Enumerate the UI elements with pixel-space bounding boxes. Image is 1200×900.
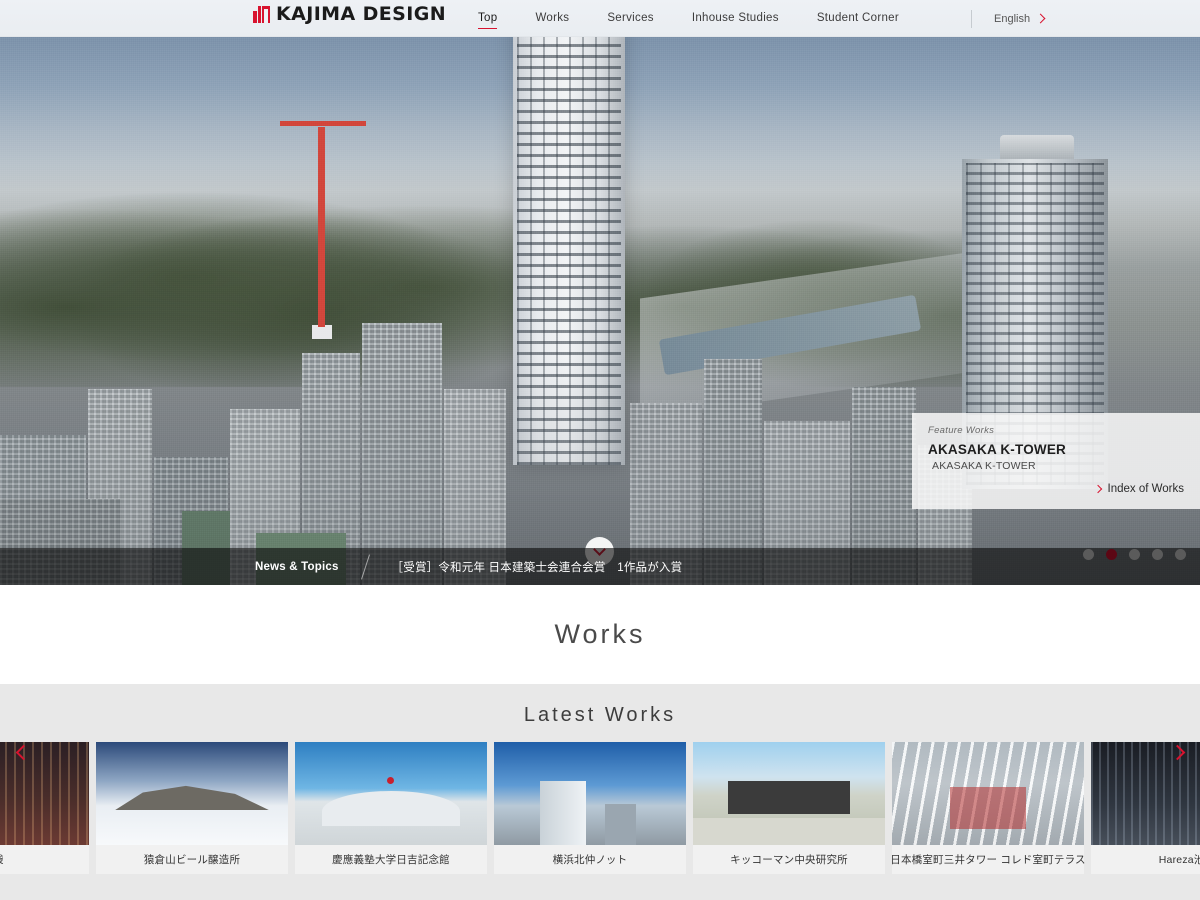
carousel-prev-button[interactable] [8,739,34,765]
news-divider [360,553,370,580]
latest-works-carousel[interactable]: 池袋 猿倉山ビール醸造所 慶應義塾大学日吉記念館 横浜北仲ノット キッコーマン中… [0,742,1200,900]
news-topics-bar[interactable]: News & Topics ［受賞］令和元年 日本建築士会連合会賞 1作品が入賞 [0,548,1200,585]
work-card-caption: 慶應義塾大学日吉記念館 [295,845,487,874]
latest-works-heading: Latest Works [523,704,677,726]
work-card-image [96,742,288,845]
chevron-left-icon [15,744,31,760]
carousel-track: 池袋 猿倉山ビール醸造所 慶應義塾大学日吉記念館 横浜北仲ノット キッコーマン中… [0,742,1200,874]
work-card[interactable]: 慶應義塾大学日吉記念館 [295,742,487,874]
nav-item-top[interactable]: Top [478,12,498,29]
index-of-works-label: Index of Works [1107,483,1185,495]
feature-works-title: AKASAKA K-TOWER [928,442,1066,457]
chevron-right-icon [1169,744,1185,760]
carousel-next-button[interactable] [1166,739,1192,765]
nav-item-inhouse-studies[interactable]: Inhouse Studies [692,12,779,25]
main-navigation: Top Works Services Inhouse Studies Stude… [478,0,1046,37]
work-card-image [295,742,487,845]
hero-carousel[interactable]: Feature Works AKASAKA K-TOWER AKASAKA K-… [0,37,1200,585]
work-card-caption: 猿倉山ビール醸造所 [96,845,288,874]
work-card[interactable]: 猿倉山ビール醸造所 [96,742,288,874]
work-card[interactable]: 横浜北仲ノット [494,742,686,874]
chevron-right-icon [1035,13,1046,24]
kajima-logo-mark-icon [253,6,270,23]
work-card-caption: 日本橋室町三井タワー コレド室町テラス [890,845,1086,874]
site-logo-text: KAJIMA DESIGN [276,3,446,25]
language-switcher[interactable]: English [994,12,1046,25]
nav-item-student-corner[interactable]: Student Corner [817,12,899,25]
work-card-caption: キッコーマン中央研究所 [693,845,885,874]
work-card-image [494,742,686,845]
work-card-image [892,742,1084,845]
site-header: KAJIMA DESIGN Top Works Services Inhouse… [0,0,1200,37]
work-card-image [693,742,885,845]
site-logo[interactable]: KAJIMA DESIGN [253,5,446,24]
work-card[interactable]: 日本橋室町三井タワー コレド室町テラス [890,742,1086,874]
feature-works-subtitle: AKASAKA K-TOWER [932,460,1036,472]
news-topics-headline[interactable]: ［受賞］令和元年 日本建築士会連合会賞 1作品が入賞 [392,559,683,575]
work-card-caption: Hareza池袋 [1091,845,1200,874]
nav-divider [971,9,973,28]
feature-works-kicker: Feature Works [928,425,995,436]
work-card[interactable]: キッコーマン中央研究所 [693,742,885,874]
language-label: English [994,12,1031,25]
work-card-caption: 横浜北仲ノット [494,845,686,874]
latest-works-section: Latest Works 池袋 猿倉山ビール醸造所 慶應義塾大学日吉記念館 横浜… [0,684,1200,900]
chevron-right-icon [1093,484,1102,494]
nav-item-works[interactable]: Works [535,12,569,25]
feature-works-panel[interactable]: Feature Works AKASAKA K-TOWER AKASAKA K-… [912,413,1200,509]
news-topics-label: News & Topics [255,560,339,573]
work-card-caption: 池袋 [0,845,89,874]
works-section: Works [0,585,1200,684]
index-of-works-link[interactable]: Index of Works [928,483,1184,495]
nav-item-services[interactable]: Services [607,12,654,25]
works-heading: Works [554,619,646,649]
